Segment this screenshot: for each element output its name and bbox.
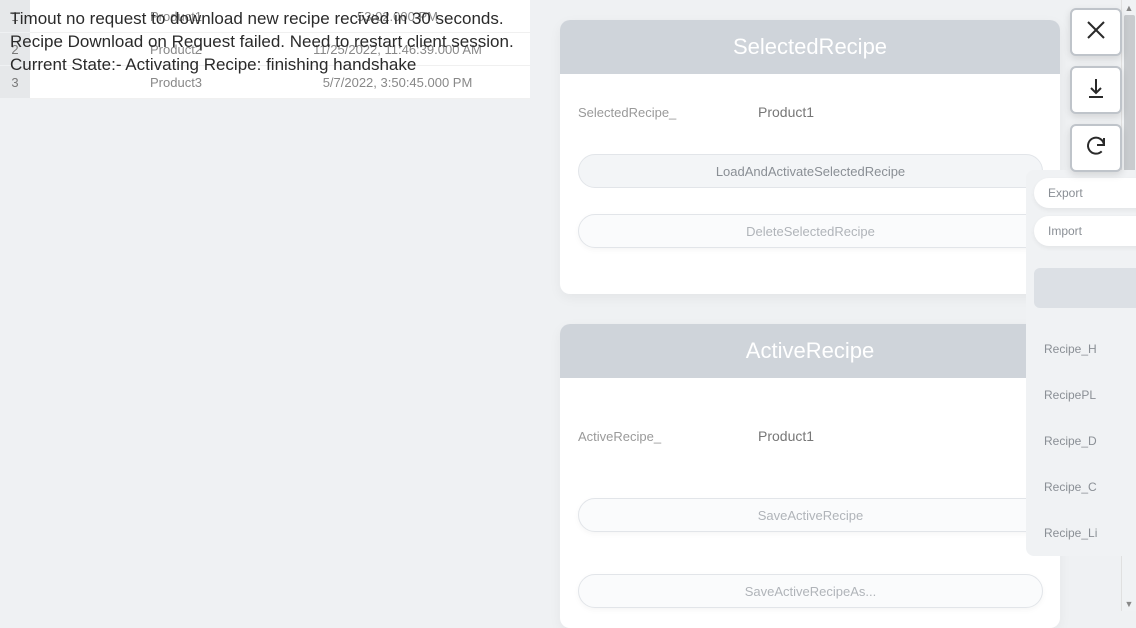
status-line: Recipe Download on Request failed. Need … [10,31,514,54]
side-panel: Export Import Recipe_H RecipePL Recipe_D… [1026,170,1136,556]
side-item[interactable]: Recipe_Li [1026,510,1136,556]
save-active-button[interactable]: SaveActiveRecipe [578,498,1043,532]
scroll-down-icon[interactable]: ▼ [1122,596,1136,611]
close-icon [1084,18,1108,47]
export-button[interactable]: Export [1034,178,1136,208]
side-item[interactable]: Recipe_C [1026,464,1136,510]
download-button[interactable] [1070,66,1122,114]
side-item[interactable]: Recipe_H [1026,326,1136,372]
close-button[interactable] [1070,8,1122,56]
side-item[interactable]: RecipePL [1026,372,1136,418]
save-active-as-button[interactable]: SaveActiveRecipeAs... [578,574,1043,608]
field-value: Product1 [758,428,814,444]
load-activate-button[interactable]: LoadAndActivateSelectedRecipe [578,154,1043,188]
status-overlay: Timout no request to download new recipe… [10,8,514,77]
selected-recipe-card: SelectedRecipe SelectedRecipe_ Product1 … [560,20,1060,294]
side-header [1034,268,1136,308]
scroll-up-icon[interactable]: ▲ [1122,0,1136,15]
field-row: SelectedRecipe_ Product1 [578,104,1044,120]
delete-selected-button[interactable]: DeleteSelectedRecipe [578,214,1043,248]
download-icon [1084,76,1108,105]
side-item[interactable]: Recipe_D [1026,418,1136,464]
card-title: ActiveRecipe [560,324,1060,378]
field-label: ActiveRecipe_ [578,429,758,444]
refresh-button[interactable] [1070,124,1122,172]
import-button[interactable]: Import [1034,216,1136,246]
field-label: SelectedRecipe_ [578,105,758,120]
toolbar [1070,8,1122,172]
refresh-icon [1084,134,1108,163]
active-recipe-card: ActiveRecipe ActiveRecipe_ Product1 Save… [560,324,1060,628]
card-title: SelectedRecipe [560,20,1060,74]
status-line: Current State:- Activating Recipe: finis… [10,54,514,77]
field-row: ActiveRecipe_ Product1 [578,428,1044,444]
field-value: Product1 [758,104,814,120]
status-line: Timout no request to download new recipe… [10,8,514,31]
